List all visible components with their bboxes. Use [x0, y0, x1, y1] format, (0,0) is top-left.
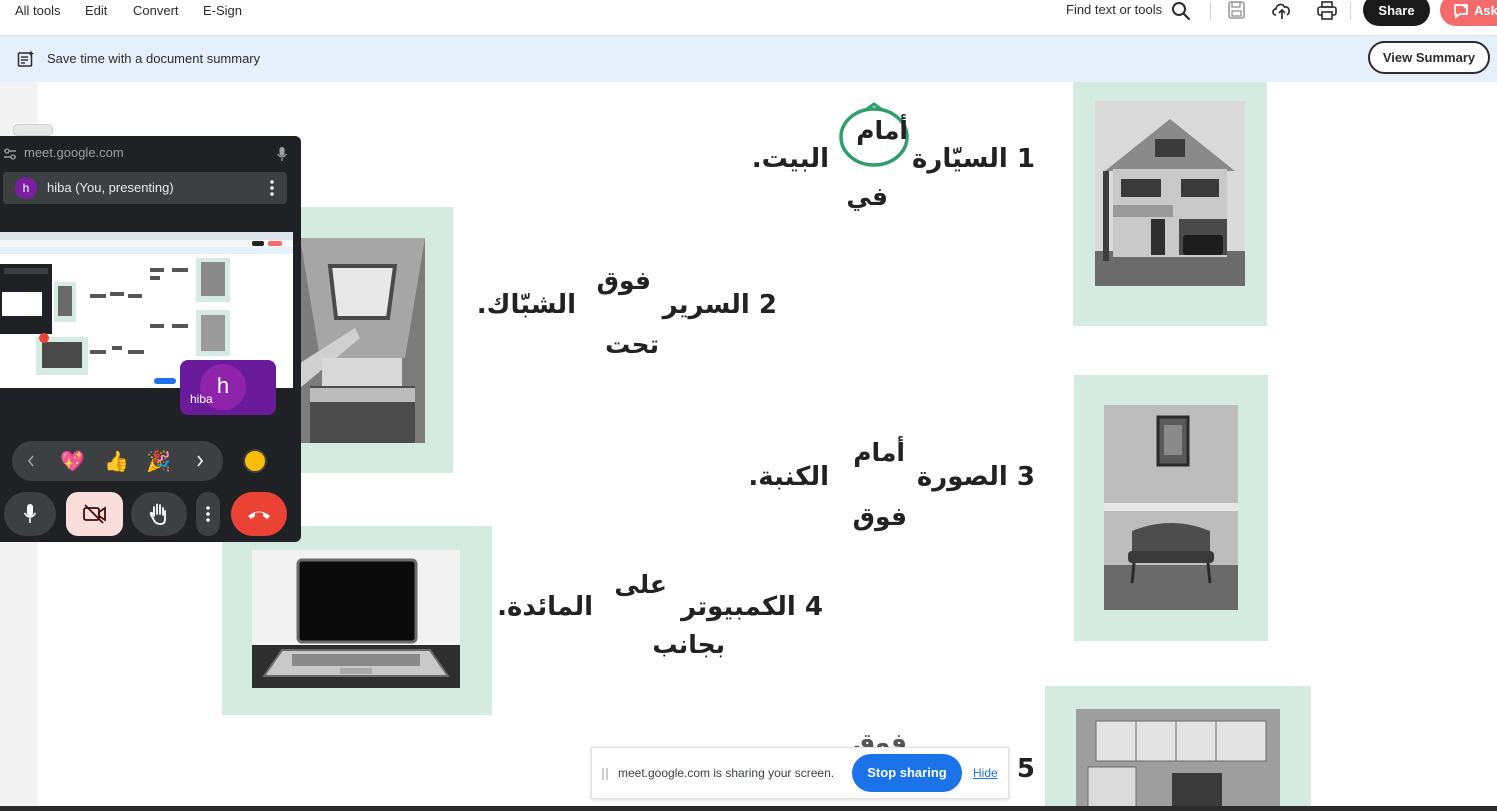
microphone-button[interactable] — [4, 492, 56, 536]
chevron-left-icon[interactable] — [26, 454, 36, 468]
summary-banner: Save time with a document summary View S… — [0, 36, 1497, 82]
sentence-4-option-1: على — [614, 570, 667, 599]
participant-tile[interactable]: h hiba — [180, 360, 276, 415]
sentence-1-option-1: أمام — [856, 116, 908, 145]
sentence-1-end: البيت. — [751, 144, 829, 174]
reaction-thumbs-up[interactable]: 👍 — [104, 449, 129, 473]
menu-convert[interactable]: Convert — [133, 3, 179, 18]
meet-floating-panel: meet.google.com h hiba (You, presenting) — [0, 136, 301, 542]
chevron-right-icon[interactable] — [195, 454, 205, 468]
sentence-1-option-2: في — [846, 182, 888, 211]
menu-all-tools[interactable]: All tools — [15, 3, 61, 18]
reaction-party[interactable]: 🎉 — [146, 449, 171, 473]
top-menubar: All tools Edit Convert E-Sign Find text … — [0, 0, 1497, 36]
sofa-image-panel — [1074, 375, 1268, 641]
end-call-icon — [248, 511, 270, 519]
sentence-1-start: 1 السيّارة — [912, 144, 1035, 174]
site-settings-icon[interactable] — [3, 147, 17, 161]
avatar: h — [15, 177, 37, 199]
sharing-status-text: meet.google.com is sharing your screen. — [618, 766, 835, 780]
camera-off-button[interactable] — [66, 492, 123, 536]
house-image-panel — [1073, 82, 1267, 326]
meet-drag-handle[interactable] — [13, 124, 53, 136]
kitchen-photo — [1076, 709, 1280, 811]
laptop-photo — [252, 550, 460, 688]
sentence-4-option-2: بجانب — [652, 630, 725, 659]
view-summary-button[interactable]: View Summary — [1368, 41, 1490, 74]
leave-call-button[interactable] — [231, 492, 287, 536]
more-options-icon[interactable] — [267, 179, 277, 197]
presenting-row[interactable]: h hiba (You, presenting) — [3, 172, 287, 204]
banner-text: Save time with a document summary — [47, 51, 261, 66]
share-button[interactable]: Share — [1363, 0, 1430, 26]
toolbar-separator — [1350, 2, 1351, 20]
sentence-4-start: 4 الكمبيوتر — [681, 592, 823, 622]
toolbar-separator — [1210, 2, 1211, 20]
sentence-3-end: الكنبة. — [748, 462, 829, 492]
camera-off-icon — [83, 504, 106, 524]
sentence-2-start: 2 السرير — [662, 290, 777, 320]
presenting-label: hiba (You, presenting) — [47, 180, 174, 195]
sentence-5-number: 5 — [1016, 754, 1035, 784]
more-vertical-icon — [206, 506, 210, 522]
drag-grip-icon[interactable] — [601, 766, 609, 782]
sentence-3-start: 3 الصورة — [916, 462, 1035, 492]
print-icon[interactable] — [1316, 0, 1338, 22]
stop-sharing-button[interactable]: Stop sharing — [852, 754, 962, 792]
sentence-2-option-1: فوق — [596, 266, 651, 295]
sentence-3-option-1: أمام — [853, 438, 905, 467]
bedroom-photo — [300, 238, 425, 443]
meet-url: meet.google.com — [24, 145, 124, 160]
document-summary-icon — [17, 50, 34, 67]
search-icon[interactable] — [1170, 0, 1192, 22]
sofa-photo — [1104, 405, 1238, 610]
screen-sharing-bar: meet.google.com is sharing your screen. … — [591, 747, 1009, 799]
reactions-bar: 💖 👍 🎉 — [12, 441, 223, 481]
sentence-3-option-2: فوق — [852, 502, 907, 531]
participant-name: hiba — [190, 392, 213, 406]
sentence-2-option-2: تحت — [605, 330, 659, 359]
reaction-heart[interactable]: 💖 — [60, 449, 85, 473]
taskbar-edge — [0, 806, 1497, 811]
ask-assistant-button[interactable]: Ask — [1440, 0, 1497, 26]
kitchen-image-panel — [1045, 686, 1311, 811]
raise-hand-button[interactable] — [131, 492, 187, 536]
hide-link[interactable]: Hide — [973, 766, 998, 780]
sentence-2-end: الشبّاك. — [476, 290, 576, 320]
laptop-image-panel — [222, 526, 492, 715]
house-photo — [1095, 101, 1245, 286]
cloud-upload-icon[interactable] — [1271, 0, 1293, 22]
find-text-or-tools[interactable]: Find text or tools — [1066, 2, 1162, 17]
raise-hand-icon — [149, 503, 166, 525]
save-icon[interactable] — [1226, 0, 1248, 22]
menu-esign[interactable]: E-Sign — [203, 3, 242, 18]
microphone-indicator-icon — [276, 147, 288, 161]
sentence-4-end: المائدة. — [497, 592, 593, 622]
microphone-icon — [23, 504, 37, 523]
more-call-options-button[interactable] — [196, 492, 220, 536]
screen: All tools Edit Convert E-Sign Find text … — [0, 0, 1497, 811]
ask-label: Ask — [1474, 3, 1497, 18]
menu-edit[interactable]: Edit — [85, 3, 107, 18]
emoji-skin-tone-button[interactable] — [243, 449, 267, 473]
ai-assistant-icon — [1454, 3, 1468, 19]
